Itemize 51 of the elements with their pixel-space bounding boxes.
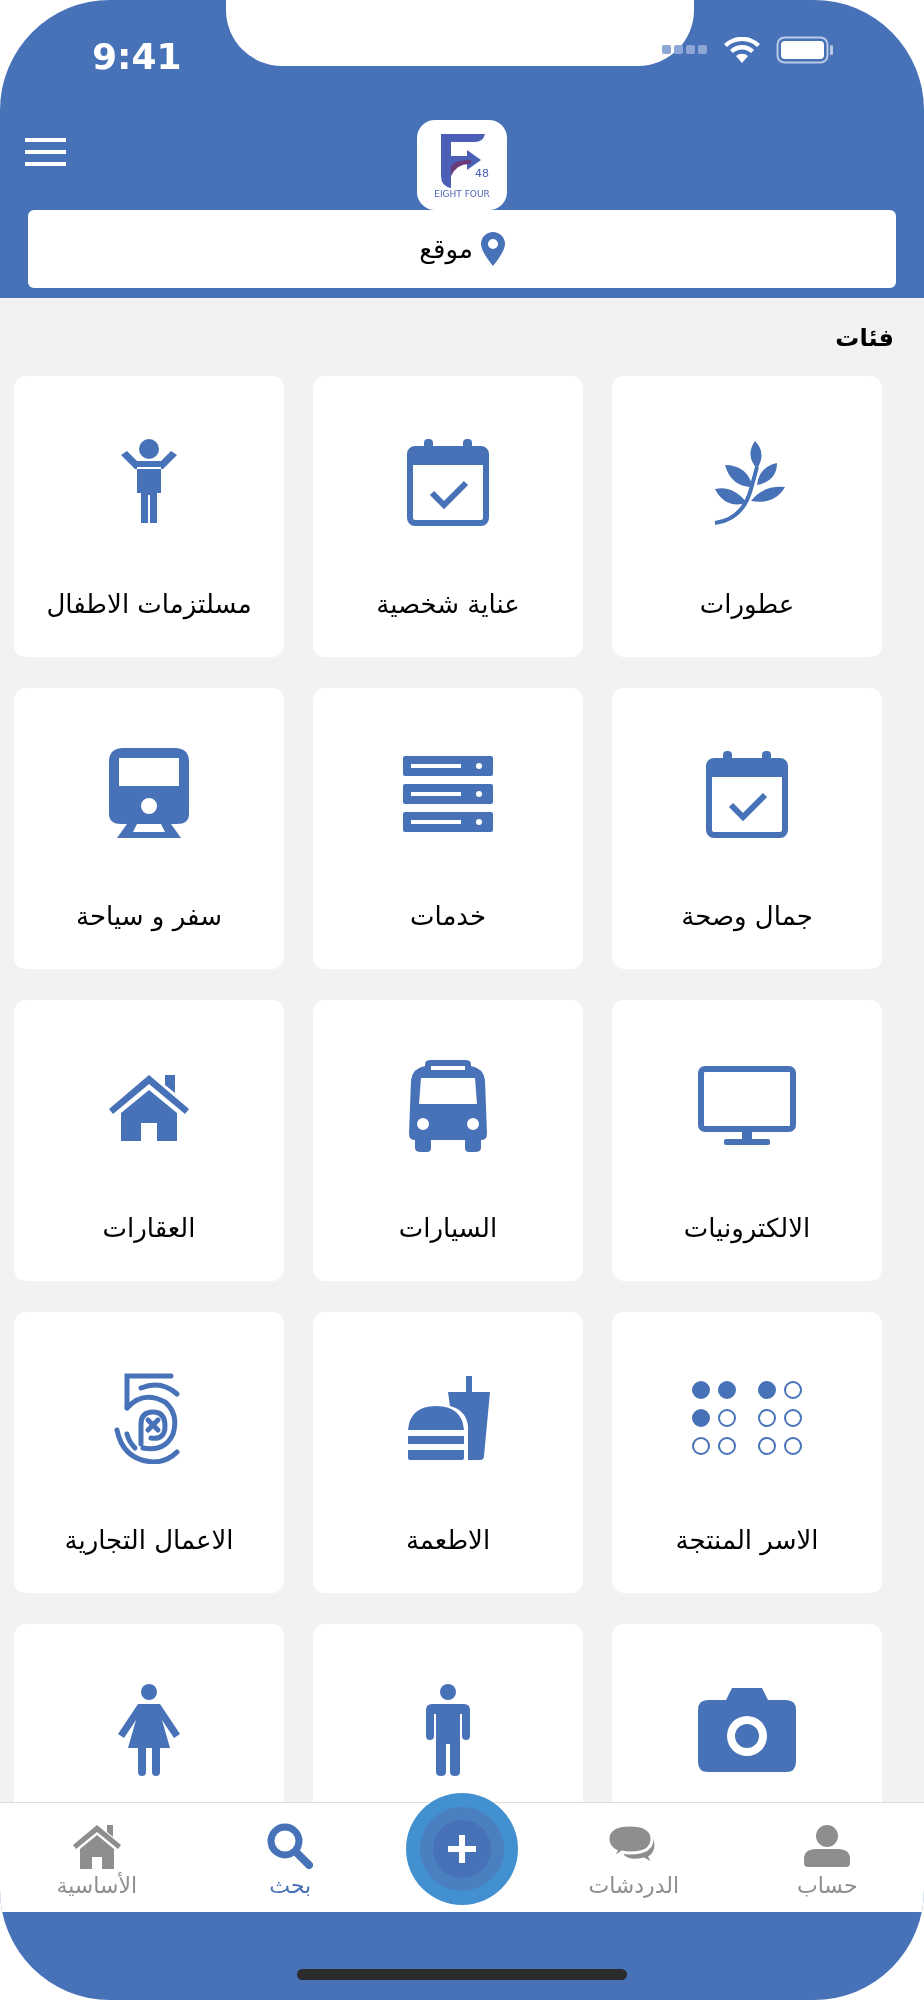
burger-and-drink-icon (406, 1376, 490, 1460)
category-label: خدمات (410, 900, 487, 933)
calendar-icon (705, 749, 789, 839)
logo-caption: EIGHT FOUR (434, 189, 490, 199)
menu-icon[interactable] (25, 138, 66, 166)
logo-number: 48 (475, 168, 489, 179)
signal-icon (662, 45, 708, 55)
server-icon (403, 756, 493, 832)
status-time: 9:41 (92, 35, 182, 79)
category-card[interactable]: جمال وصحة (612, 688, 882, 969)
plus-icon (448, 1835, 476, 1863)
bus-icon (407, 1060, 489, 1152)
category-card[interactable]: خدمات (313, 688, 583, 969)
category-card[interactable]: الاعمال التجارية (14, 1312, 284, 1593)
category-label: الالكترونيات (683, 1212, 811, 1245)
category-label: العقارات (102, 1212, 196, 1245)
nav-tab[interactable]: بحث (267, 1818, 314, 1897)
category-card[interactable]: الاطعمة (313, 1312, 583, 1593)
train-icon (109, 748, 189, 840)
category-label: جمال وصحة (681, 900, 813, 933)
battery-icon (776, 36, 834, 64)
category-label: الاعمال التجارية (64, 1524, 234, 1557)
category-card[interactable]: سفر و سياحة (14, 688, 284, 969)
category-label: سفر و سياحة (76, 900, 222, 933)
location-label: موقع (419, 232, 473, 267)
user-icon (804, 1824, 851, 1867)
man-icon (426, 1684, 470, 1776)
camera-icon (698, 1688, 796, 1772)
calendar-icon (406, 437, 490, 527)
category-label: عطورات (699, 588, 795, 621)
home-icon (70, 1822, 123, 1869)
category-label: الاسر المنتجة (675, 1524, 819, 1557)
category-card[interactable]: عطورات (612, 376, 882, 657)
location-pin-icon (480, 232, 505, 266)
wifi-icon (724, 37, 760, 63)
woman-icon (116, 1684, 182, 1776)
dot-grid-icon (691, 1380, 803, 1456)
category-card[interactable]: الاسر المنتجة (612, 1312, 882, 1593)
category-label: عناية شخصية (376, 588, 520, 621)
location-field[interactable]: موقع (28, 210, 896, 288)
category-card[interactable]: عناية شخصية (313, 376, 583, 657)
search-icon (267, 1822, 314, 1869)
category-card[interactable]: مسلتزمات الاطفال (14, 376, 284, 657)
section-title: فئات (835, 324, 894, 352)
monitor-icon (698, 1066, 796, 1146)
category-card[interactable]: العقارات (14, 1000, 284, 1281)
category-card[interactable]: السيارات (313, 1000, 583, 1281)
category-label: الاطعمة (405, 1524, 491, 1557)
category-card[interactable]: الالكترونيات (612, 1000, 882, 1281)
category-label: مسلتزمات الاطفال (46, 588, 252, 621)
category-label: السيارات (398, 1212, 498, 1245)
